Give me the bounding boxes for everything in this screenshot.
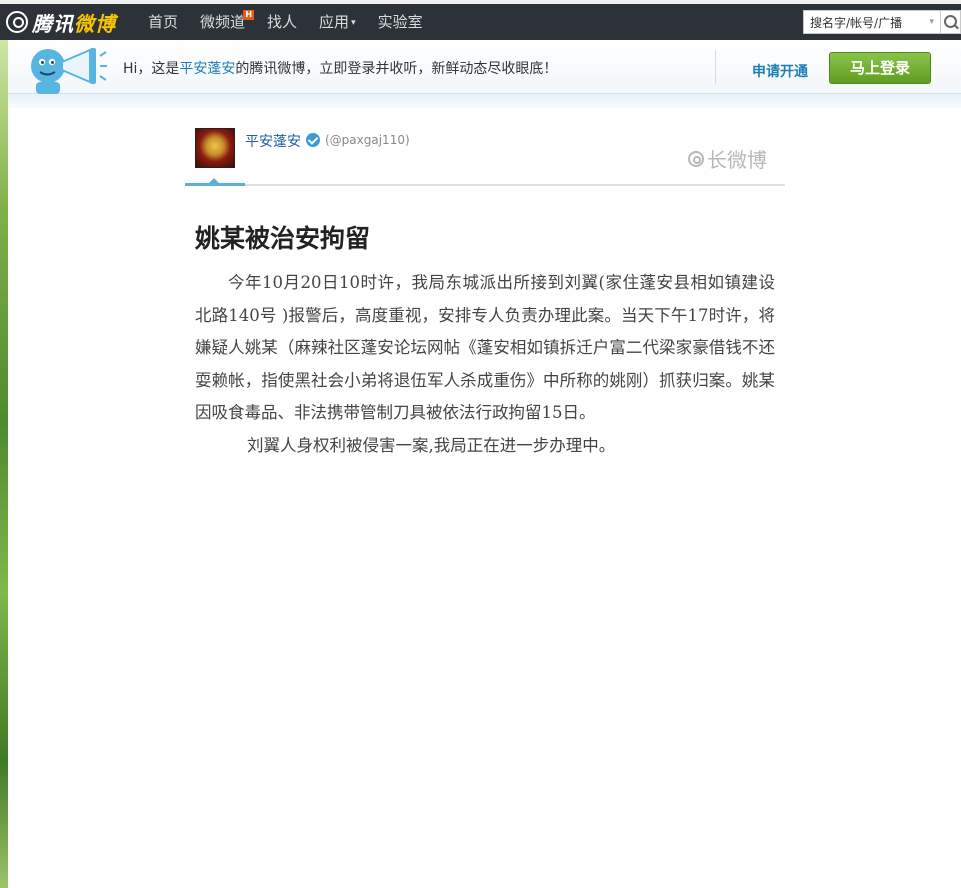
weibo-logo-icon — [6, 11, 28, 33]
hot-badge: H — [243, 10, 255, 20]
nav-weipindao-label: 微频道 — [200, 13, 246, 31]
header-divider-active — [185, 183, 245, 186]
article-paragraph: 今年10月20日10时许，我局东城派出所接到刘翼(家住蓬安县相如镇建设北路140… — [195, 273, 775, 422]
tencent-weibo-logo[interactable]: 腾讯微博 — [6, 8, 116, 36]
header-divider — [185, 184, 785, 186]
verified-icon — [306, 133, 320, 147]
search-placeholder: 搜名字/帐号/广播 — [810, 15, 903, 30]
nav-apps-label: 应用 — [319, 13, 350, 31]
banner-shadow-strip — [8, 94, 961, 108]
background-decoration-left — [0, 40, 8, 888]
longweibo-label: 长微博 — [688, 144, 767, 173]
nav-apps[interactable]: 应用 ▾ — [308, 12, 367, 33]
longweibo-text: 长微博 — [707, 148, 767, 172]
author-name-link[interactable]: 平安蓬安 — [245, 131, 301, 151]
login-button[interactable]: 马上登录 — [829, 52, 931, 84]
apply-open-link[interactable]: 申请开通 — [752, 61, 808, 81]
author-handle: (@paxgaj110) — [325, 133, 410, 147]
article-paragraph: 刘翼人身权利被侵害一案,我局正在进一步办理中。 — [247, 435, 616, 455]
nav-weipindao[interactable]: 微频道 H — [189, 10, 256, 33]
greeting-suffix: 的腾讯微博，立即登录并收听，新鲜动态尽收眼底！ — [235, 61, 558, 77]
search-input[interactable]: 搜名字/帐号/广播 ▾ — [803, 10, 941, 34]
nav-home[interactable]: 首页 — [148, 12, 189, 33]
top-nav-bar: 腾讯微博 首页 微频道 H 找人 应用 ▾ 实验室 搜名字/帐号/广播 ▾ — [0, 0, 961, 40]
author-avatar[interactable] — [195, 128, 235, 168]
search-icon[interactable] — [941, 10, 961, 34]
chevron-down-icon: ▾ — [351, 17, 356, 28]
logo-text-weibo: 微博 — [74, 11, 116, 36]
greeting-user-link[interactable]: 平安蓬安 — [179, 61, 235, 77]
pointer-up-icon — [209, 178, 219, 183]
banner-greeting: Hi，这是平安蓬安的腾讯微博，立即登录并收听，新鲜动态尽收眼底！ — [123, 58, 557, 78]
greeting-prefix: Hi，这是 — [123, 61, 180, 77]
login-banner: Hi，这是平安蓬安的腾讯微博，立即登录并收听，新鲜动态尽收眼底！ 申请开通 马上… — [8, 40, 961, 94]
article-body: 今年10月20日10时许，我局东城派出所接到刘翼(家住蓬安县相如镇建设北路140… — [195, 267, 775, 462]
main-nav: 首页 微频道 H 找人 应用 ▾ 实验室 — [148, 10, 434, 33]
banner-divider — [715, 50, 716, 84]
article-title: 姚某被治安拘留 — [195, 224, 371, 253]
logo-text-tencent: 腾讯 — [32, 11, 74, 36]
search-dropdown-icon[interactable]: ▾ — [929, 17, 934, 27]
nav-lab[interactable]: 实验室 — [367, 12, 434, 33]
mascot-megaphone-icon — [31, 48, 107, 94]
longweibo-logo-icon — [688, 150, 704, 167]
nav-find-people[interactable]: 找人 — [256, 12, 308, 33]
